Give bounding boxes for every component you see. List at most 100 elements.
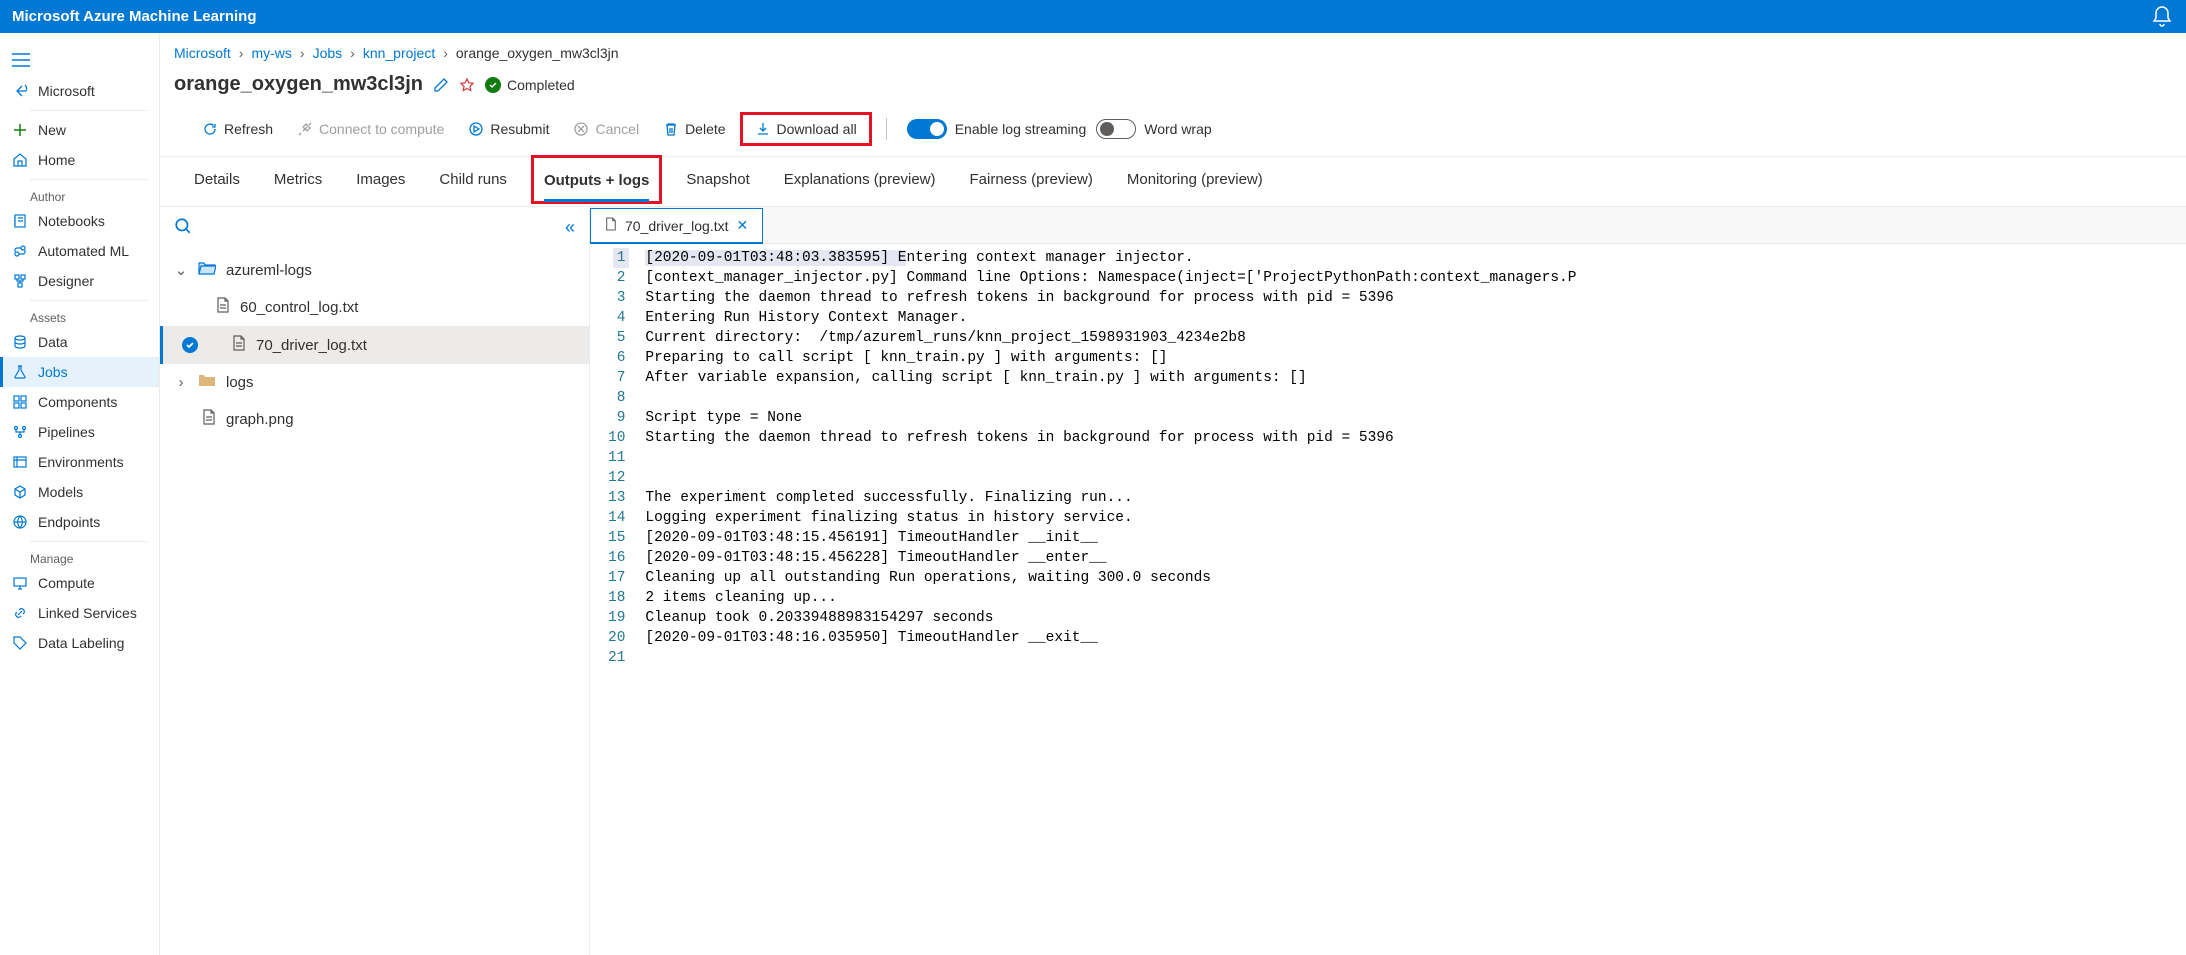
nav-back[interactable]: Microsoft	[0, 76, 159, 106]
home-icon	[12, 152, 28, 168]
tree-file-60[interactable]: 60_control_log.txt	[160, 288, 589, 326]
nav-designer[interactable]: Designer	[0, 266, 159, 296]
nav-linked[interactable]: Linked Services	[0, 598, 159, 628]
pipelines-icon	[12, 424, 28, 440]
main-content: Microsoft› my-ws› Jobs› knn_project› ora…	[160, 33, 2186, 955]
nav-models[interactable]: Models	[0, 477, 159, 507]
compute-icon	[12, 575, 28, 591]
editor-tab-active[interactable]: 70_driver_log.txt ✕	[590, 208, 763, 244]
hamburger-icon[interactable]	[0, 43, 159, 76]
tree-folder-azureml-logs[interactable]: ⌄ azureml-logs	[160, 252, 589, 288]
refresh-button[interactable]: Refresh	[192, 115, 283, 143]
section-author: Author	[0, 184, 159, 206]
notifications-icon[interactable]	[2150, 5, 2174, 29]
nav-endpoints[interactable]: Endpoints	[0, 507, 159, 537]
star-icon[interactable]	[459, 77, 475, 93]
toolbar: Refresh Connect to compute Resubmit Canc…	[160, 108, 2186, 157]
tab-childruns[interactable]: Child runs	[439, 157, 507, 206]
components-icon	[12, 394, 28, 410]
delete-button[interactable]: Delete	[653, 115, 735, 143]
nav-notebooks[interactable]: Notebooks	[0, 206, 159, 236]
left-nav: Microsoft New Home Author Notebooks Auto…	[0, 33, 160, 955]
edit-icon[interactable]	[433, 77, 449, 93]
models-icon	[12, 484, 28, 500]
close-icon[interactable]: ✕	[737, 217, 749, 234]
highlight-box-download: Download all	[740, 112, 872, 146]
download-all-button[interactable]: Download all	[745, 115, 867, 143]
tab-monitoring[interactable]: Monitoring (preview)	[1127, 157, 1263, 206]
tab-fairness[interactable]: Fairness (preview)	[970, 157, 1093, 206]
search-icon[interactable]	[174, 217, 192, 238]
linked-icon	[12, 605, 28, 621]
back-arrow-icon	[12, 83, 28, 99]
file-icon	[232, 335, 246, 355]
crumb-0[interactable]: Microsoft	[174, 45, 231, 61]
crumb-3[interactable]: knn_project	[363, 45, 435, 61]
chevron-right-icon: ›	[174, 374, 188, 391]
nav-home[interactable]: Home	[0, 145, 159, 175]
tree-file-70[interactable]: 70_driver_log.txt	[160, 326, 589, 364]
nav-back-label: Microsoft	[38, 83, 95, 99]
tab-snapshot[interactable]: Snapshot	[686, 157, 749, 206]
folder-icon	[198, 373, 216, 391]
crumb-current: orange_oxygen_mw3cl3jn	[456, 45, 619, 61]
crumb-2[interactable]: Jobs	[313, 45, 343, 61]
page-title: orange_oxygen_mw3cl3jn	[174, 73, 423, 96]
line-gutter: 123456789101112131415161718192021	[590, 244, 637, 955]
environments-icon	[12, 454, 28, 470]
notebook-icon	[12, 213, 28, 229]
nav-new[interactable]: New	[0, 115, 159, 145]
code-lines: [2020-09-01T03:48:03.383595] Entering co…	[637, 244, 1584, 955]
section-assets: Assets	[0, 305, 159, 327]
play-circle-icon	[468, 121, 484, 137]
collapse-pane-icon[interactable]: «	[565, 217, 575, 238]
cancel-icon	[573, 121, 589, 137]
section-manage: Manage	[0, 546, 159, 568]
chevron-right-icon: ›	[239, 45, 244, 61]
log-streaming-label: Enable log streaming	[955, 121, 1087, 137]
crumb-1[interactable]: my-ws	[251, 45, 291, 61]
tab-details[interactable]: Details	[194, 157, 240, 206]
word-wrap-toggle[interactable]	[1096, 119, 1136, 139]
flask-icon	[12, 364, 28, 380]
tab-explanations[interactable]: Explanations (preview)	[784, 157, 936, 206]
topbar: Microsoft Azure Machine Learning	[0, 0, 2186, 33]
title-row: orange_oxygen_mw3cl3jn Completed	[160, 69, 2186, 108]
nav-data[interactable]: Data	[0, 327, 159, 357]
breadcrumb: Microsoft› my-ws› Jobs› knn_project› ora…	[160, 33, 2186, 69]
log-streaming-toggle[interactable]	[907, 119, 947, 139]
nav-compute[interactable]: Compute	[0, 568, 159, 598]
file-tree-pane: « ⌄ azureml-logs 60_control_log.txt	[160, 207, 590, 955]
tree-file-graph[interactable]: graph.png	[160, 400, 589, 438]
plus-icon	[12, 122, 28, 138]
editor-pane: 70_driver_log.txt ✕ 12345678910111213141…	[590, 207, 2186, 955]
word-wrap-label: Word wrap	[1144, 121, 1211, 137]
nav-environments[interactable]: Environments	[0, 447, 159, 477]
tab-images[interactable]: Images	[356, 157, 405, 206]
file-icon	[605, 217, 617, 234]
cancel-button: Cancel	[563, 115, 649, 143]
editor-tabs: 70_driver_log.txt ✕	[590, 207, 2186, 244]
nav-labeling[interactable]: Data Labeling	[0, 628, 159, 658]
labeling-icon	[12, 635, 28, 651]
check-circle-icon	[485, 77, 501, 93]
app-title: Microsoft Azure Machine Learning	[12, 8, 256, 25]
toolbar-divider	[886, 118, 887, 140]
tab-metrics[interactable]: Metrics	[274, 157, 322, 206]
nav-pipelines[interactable]: Pipelines	[0, 417, 159, 447]
code-area[interactable]: 123456789101112131415161718192021 [2020-…	[590, 244, 2186, 955]
tab-outputs-logs[interactable]: Outputs + logs	[544, 158, 649, 201]
tree-folder-logs[interactable]: › logs	[160, 364, 589, 400]
folder-open-icon	[198, 261, 216, 279]
chevron-down-icon: ⌄	[174, 261, 188, 279]
nav-automl[interactable]: Automated ML	[0, 236, 159, 266]
job-tabs: Details Metrics Images Child runs Output…	[160, 157, 2186, 207]
status-badge: Completed	[485, 77, 575, 93]
resubmit-button[interactable]: Resubmit	[458, 115, 559, 143]
automl-icon	[12, 243, 28, 259]
nav-components[interactable]: Components	[0, 387, 159, 417]
nav-jobs[interactable]: Jobs	[0, 357, 159, 387]
designer-icon	[12, 273, 28, 289]
status-text: Completed	[507, 77, 575, 93]
download-icon	[755, 121, 771, 137]
